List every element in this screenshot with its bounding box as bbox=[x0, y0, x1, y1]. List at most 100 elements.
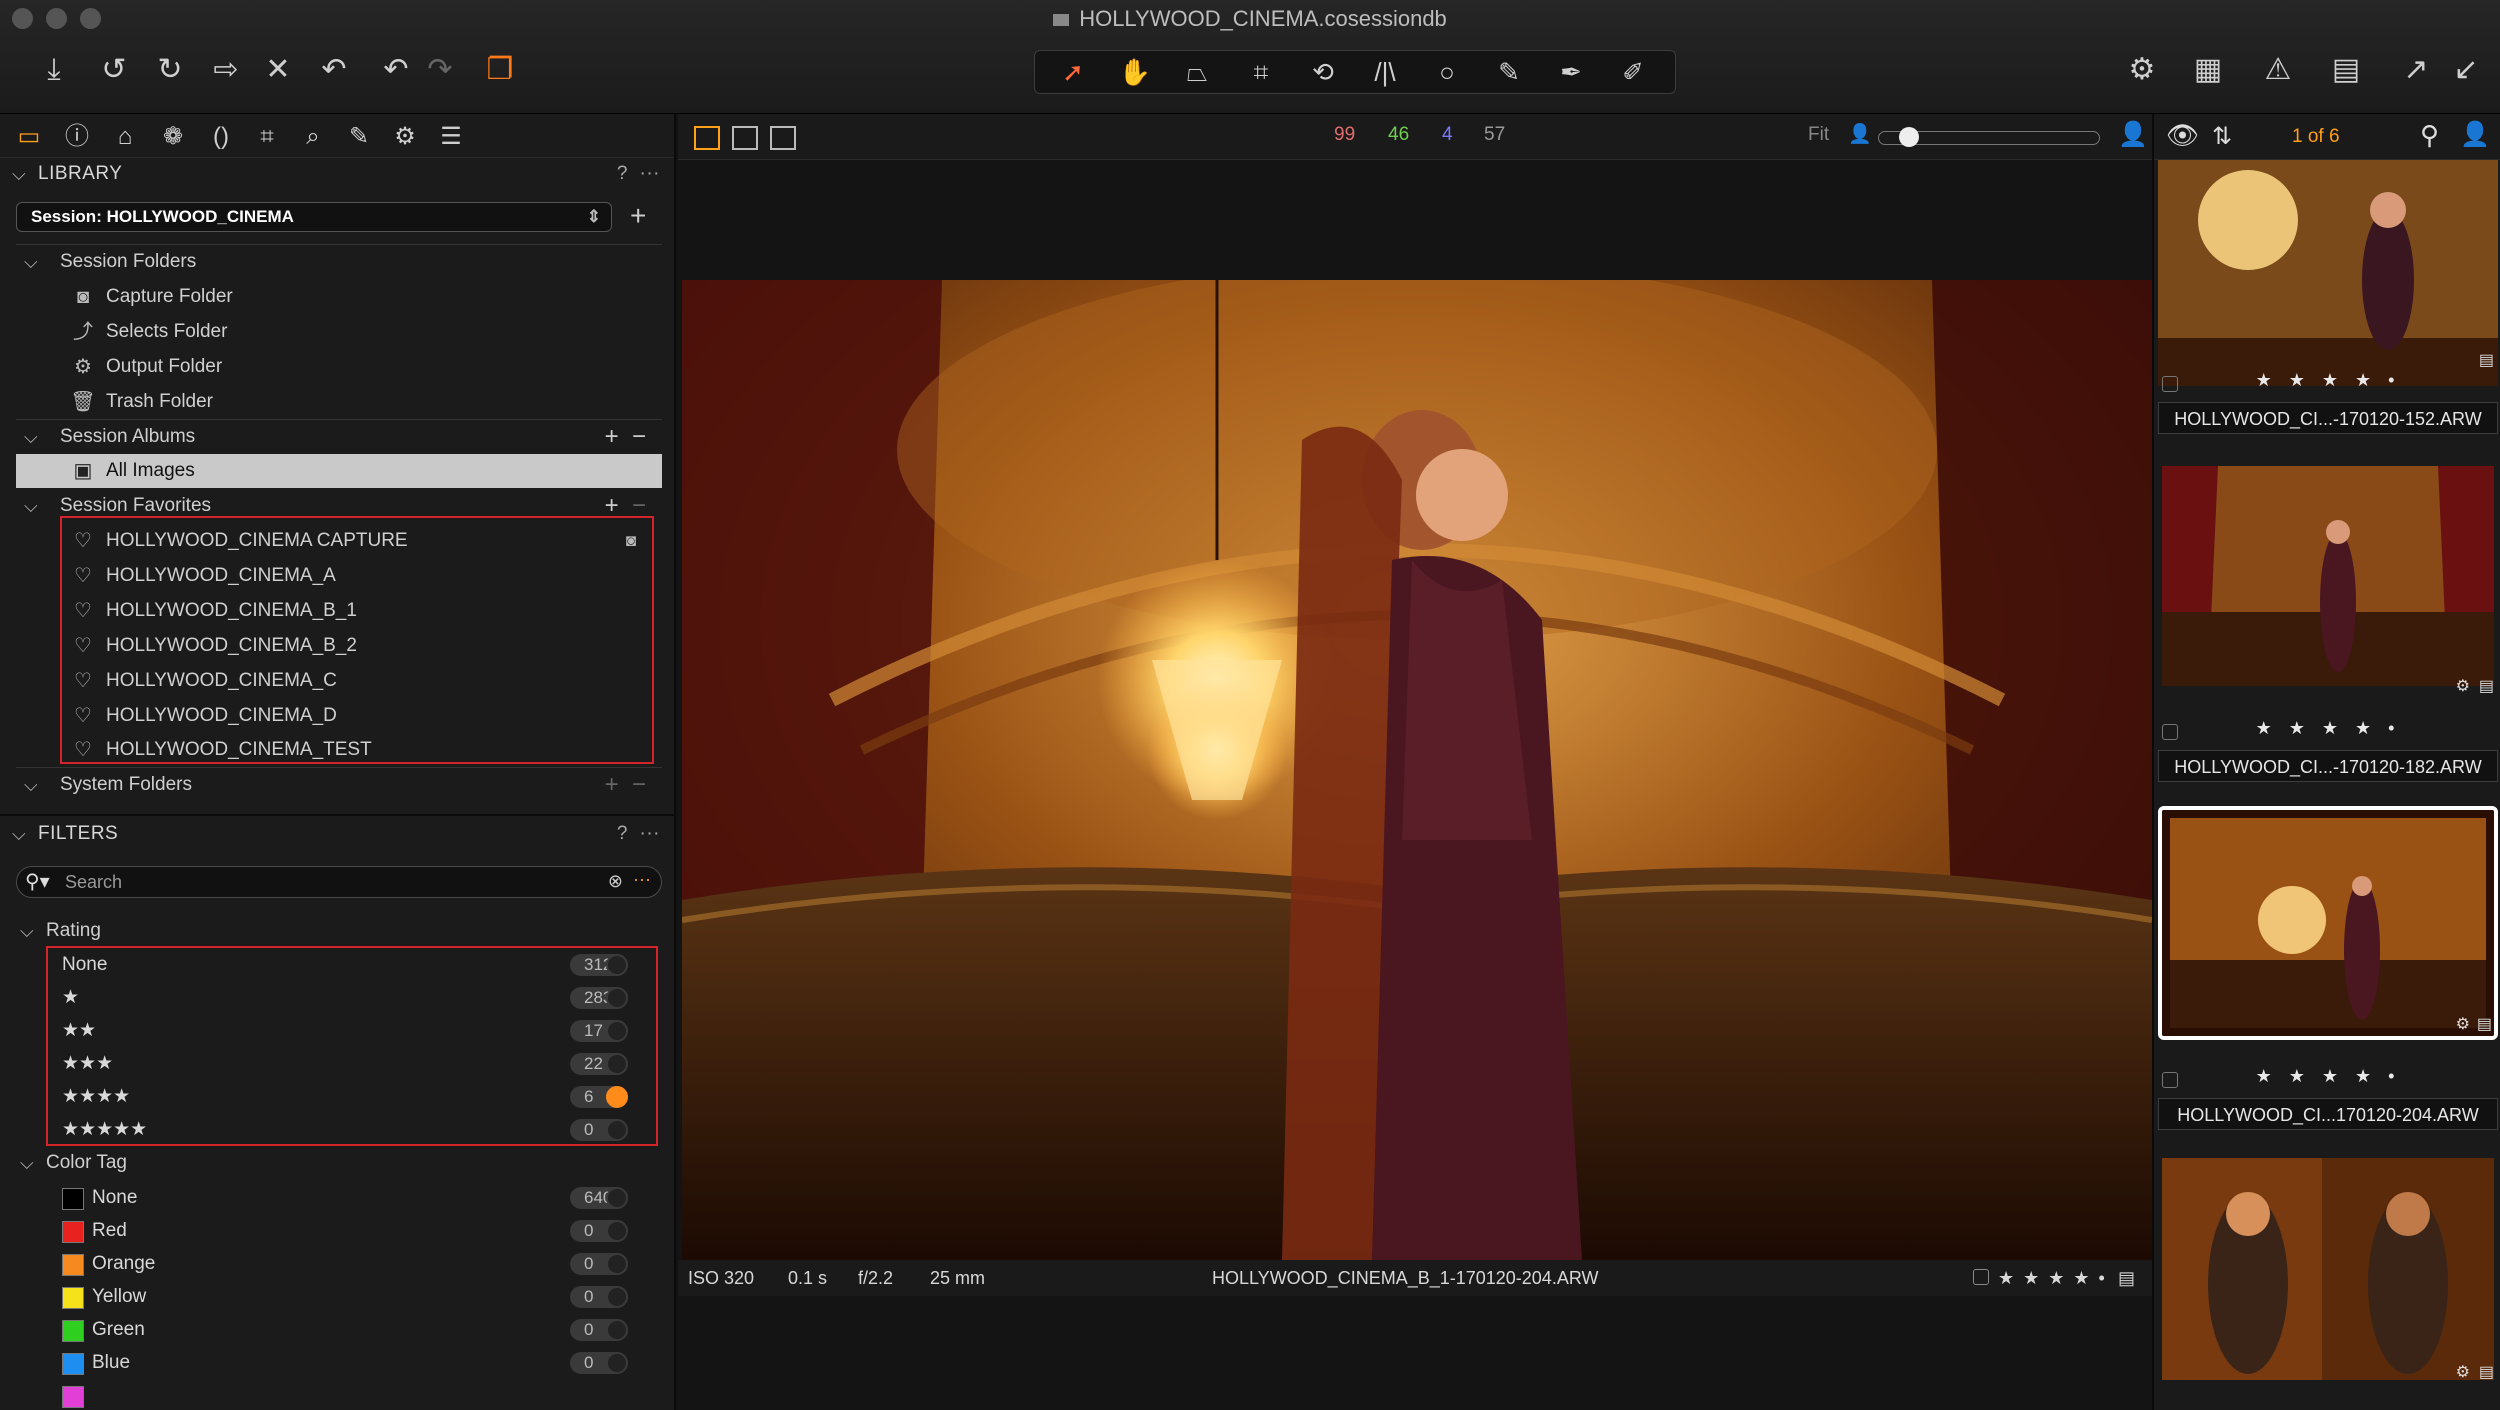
color-tab-icon[interactable]: ❁ bbox=[156, 120, 190, 154]
info-tab-icon[interactable]: ⓘ bbox=[60, 120, 94, 154]
thumbnail-stars[interactable]: ★ ★ ★ ★ • bbox=[2158, 1066, 2498, 1087]
details-tab-icon[interactable]: ⌕ bbox=[296, 120, 330, 154]
add-session-icon[interactable]: + bbox=[630, 200, 646, 232]
system-folders-group[interactable]: ⌵ System Folders + − bbox=[0, 768, 674, 802]
filter-toggle[interactable] bbox=[606, 1286, 628, 1308]
brush-icon[interactable]: ✎ bbox=[1489, 52, 1529, 92]
filter-toggle[interactable] bbox=[606, 1053, 628, 1075]
filter-toggle[interactable] bbox=[606, 1187, 628, 1209]
rating-group[interactable]: ⌵ Rating bbox=[0, 914, 674, 948]
output-folder-item[interactable]: ⚙ Output Folder bbox=[0, 350, 674, 384]
pan-icon[interactable]: ✋ bbox=[1115, 52, 1155, 92]
filter-toggle[interactable] bbox=[606, 987, 628, 1009]
zoom-slider[interactable] bbox=[1878, 127, 2100, 147]
favorite-item[interactable]: ♡ HOLLYWOOD_CINEMA_B_1 bbox=[0, 594, 674, 628]
rotate-left-icon[interactable]: ↺ bbox=[94, 50, 134, 90]
thumbnail-selected[interactable]: ⚙ ▤ bbox=[2158, 806, 2498, 1040]
single-view-icon[interactable] bbox=[732, 126, 758, 150]
rating-filter-row[interactable]: ★★ 17 bbox=[48, 1014, 644, 1047]
lens-tab-icon[interactable]: () bbox=[204, 120, 238, 154]
color-tag-row[interactable]: Red 0 bbox=[48, 1214, 644, 1247]
thumbnail-stars[interactable]: ★ ★ ★ ★ • bbox=[2158, 370, 2498, 391]
select-cursor-icon[interactable]: ➚ bbox=[1053, 52, 1093, 92]
filter-toggle[interactable] bbox=[606, 1352, 628, 1374]
select-checkbox[interactable] bbox=[1973, 1269, 1989, 1285]
thumbnail[interactable]: ⚙ ▤ bbox=[2158, 462, 2498, 702]
favorite-item[interactable]: ♡ HOLLYWOOD_CINEMA_A bbox=[0, 559, 674, 593]
filter-toggle[interactable] bbox=[606, 1220, 628, 1242]
color-tag-row[interactable]: Green 0 bbox=[48, 1313, 644, 1346]
album-add-remove-controls[interactable]: + − bbox=[605, 420, 646, 454]
clear-search-icon[interactable]: ⊗ bbox=[608, 871, 623, 892]
picker-icon[interactable]: ✒ bbox=[1551, 52, 1591, 92]
filter-toggle[interactable] bbox=[606, 1119, 628, 1141]
grid-overlay-icon[interactable]: ▤ bbox=[2326, 50, 2366, 90]
sort-icon[interactable]: ⇅ bbox=[2212, 122, 2232, 151]
eraser-icon[interactable]: ✐ bbox=[1613, 52, 1653, 92]
proof-margin-icon[interactable] bbox=[770, 126, 796, 150]
local-adjustments-tab-icon[interactable]: ✎ bbox=[342, 120, 376, 154]
grid-view-icon[interactable]: ▦ bbox=[2188, 50, 2228, 90]
color-tag-row[interactable]: Yellow 0 bbox=[48, 1280, 644, 1313]
metadata-icon[interactable]: ▤ bbox=[2118, 1260, 2135, 1296]
favorite-item[interactable]: ♡ HOLLYWOOD_CINEMA_D bbox=[0, 699, 674, 733]
filter-toggle[interactable] bbox=[606, 1253, 628, 1275]
reset-icon[interactable]: ↶ bbox=[314, 50, 354, 90]
copy-adjustments-icon[interactable]: ❐ bbox=[480, 50, 520, 90]
output-tab-icon[interactable]: ⚙ bbox=[388, 120, 422, 154]
session-folders-group[interactable]: ⌵ Session Folders bbox=[0, 245, 674, 279]
star-rating[interactable]: ★ ★ ★ ★ • bbox=[1998, 1260, 2107, 1296]
search-options-icon[interactable]: ··· bbox=[633, 869, 651, 890]
filters-header-controls[interactable]: ? ··· bbox=[617, 818, 660, 850]
keystone-icon[interactable]: ⏢ bbox=[1177, 52, 1217, 92]
filter-search-input[interactable]: ⚲▾ Search ⊗ ··· bbox=[16, 866, 662, 898]
multi-view-icon[interactable] bbox=[694, 126, 720, 150]
move-folder-icon[interactable]: ⇨ bbox=[206, 50, 246, 90]
rating-filter-row[interactable]: ★★★★★ 0 bbox=[48, 1113, 644, 1146]
color-tag-row-partial[interactable] bbox=[48, 1379, 644, 1410]
selects-folder-item[interactable]: ⤴ Selects Folder bbox=[0, 315, 674, 349]
capture-tab-icon[interactable]: ⌂ bbox=[108, 120, 142, 154]
import-arrow-icon[interactable]: ↙ bbox=[2446, 50, 2486, 90]
zoom-slider-knob[interactable] bbox=[1899, 127, 1919, 147]
session-select[interactable]: Session: HOLLYWOOD_CINEMA ⇕ bbox=[16, 202, 612, 232]
keystone-lines-icon[interactable]: /|\ bbox=[1365, 52, 1405, 92]
rating-filter-row[interactable]: ★★★ 22 bbox=[48, 1047, 644, 1080]
thumbnail-stars[interactable]: ★ ★ ★ ★ • bbox=[2158, 718, 2498, 739]
zoom-fit-label[interactable]: Fit bbox=[1808, 124, 1829, 146]
favorite-item[interactable]: ♡ HOLLYWOOD_CINEMA_C bbox=[0, 664, 674, 698]
import-icon[interactable]: ⤓ bbox=[34, 50, 74, 90]
all-images-item[interactable]: ▣ All Images bbox=[16, 454, 662, 488]
color-tag-row[interactable]: None 640 bbox=[48, 1181, 644, 1214]
eye-icon[interactable]: 👁 bbox=[2166, 120, 2199, 151]
crop-tab-icon[interactable]: ⌗ bbox=[250, 120, 284, 154]
favorite-item[interactable]: ♡ HOLLYWOOD_CINEMA CAPTURE ◙ bbox=[0, 524, 674, 558]
favorite-item[interactable]: ♡ HOLLYWOOD_CINEMA_TEST bbox=[0, 733, 674, 767]
rating-filter-row[interactable]: None 312 bbox=[48, 948, 644, 981]
trash-folder-item[interactable]: 🗑 Trash Folder bbox=[0, 385, 674, 419]
filter-toggle[interactable] bbox=[606, 1319, 628, 1341]
system-folders-add-remove-controls[interactable]: + − bbox=[605, 768, 646, 802]
thumbnail[interactable]: ⚙ ▤ bbox=[2158, 1154, 2498, 1384]
library-header-controls[interactable]: ? ··· bbox=[617, 158, 660, 190]
filter-toggle[interactable] bbox=[606, 1020, 628, 1042]
person-icon[interactable]: 👤 bbox=[2460, 120, 2490, 149]
export-icon[interactable]: ↗ bbox=[2396, 50, 2436, 90]
library-header[interactable]: ⌵ LIBRARY ? ··· bbox=[0, 158, 674, 190]
delete-icon[interactable]: ✕ bbox=[258, 50, 298, 90]
thumbnail[interactable]: ▤ bbox=[2158, 160, 2498, 386]
library-tab-icon[interactable]: ▭ bbox=[12, 120, 46, 154]
main-photo[interactable] bbox=[682, 280, 2152, 1260]
batch-tab-icon[interactable]: ☰ bbox=[434, 120, 468, 154]
rating-filter-row[interactable]: ★★★★ 6 bbox=[48, 1080, 644, 1113]
favorite-item[interactable]: ♡ HOLLYWOOD_CINEMA_B_2 bbox=[0, 629, 674, 663]
capture-folder-item[interactable]: ◙ Capture Folder bbox=[0, 280, 674, 314]
settings-icon[interactable]: ⚙ bbox=[2122, 50, 2162, 90]
rating-filter-row[interactable]: ★ 283 bbox=[48, 981, 644, 1014]
spot-removal-icon[interactable]: ○ bbox=[1427, 52, 1467, 92]
crop-icon[interactable]: ⌗ bbox=[1241, 52, 1281, 92]
filter-toggle[interactable] bbox=[606, 1086, 628, 1108]
redo-icon[interactable]: ↷ bbox=[420, 50, 460, 90]
rotate-right-icon[interactable]: ↻ bbox=[150, 50, 190, 90]
session-albums-group[interactable]: ⌵ Session Albums + − bbox=[0, 420, 674, 454]
